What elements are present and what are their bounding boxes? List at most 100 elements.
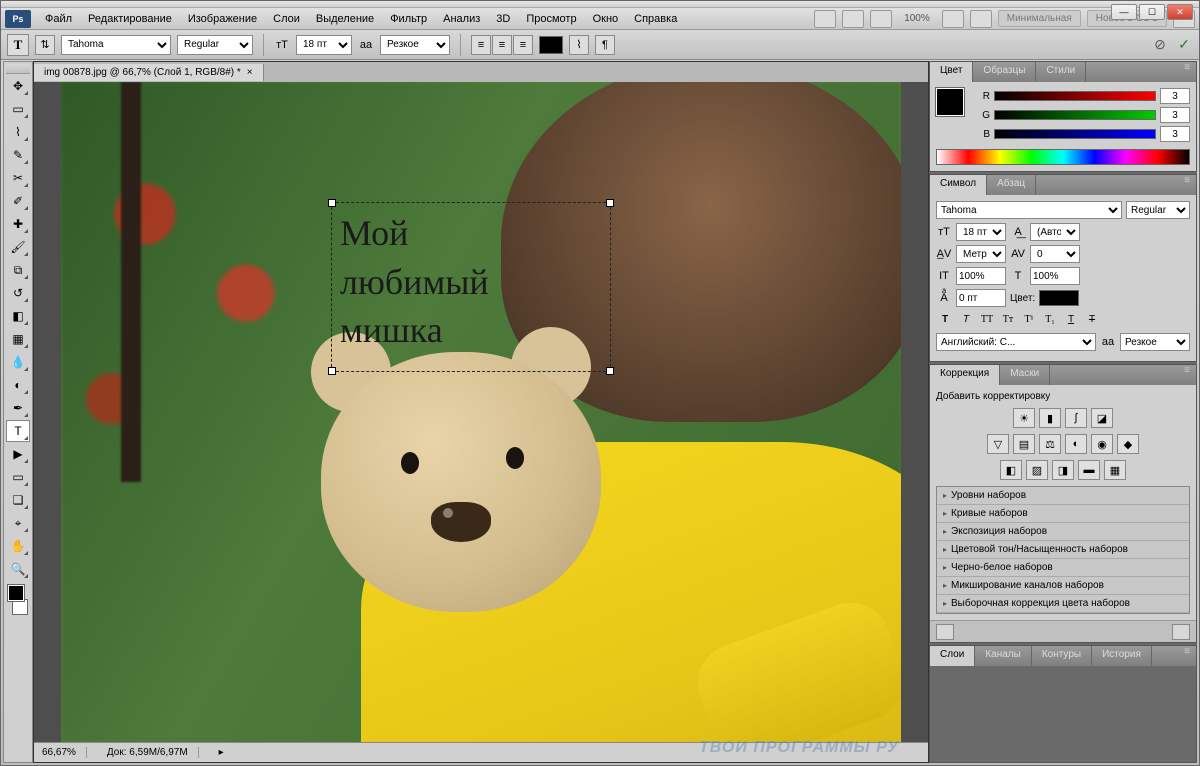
tab-layers[interactable]: Слои [930,646,975,666]
channel-mixer-icon[interactable]: ◆ [1117,434,1139,454]
superscript-button[interactable]: T¹ [1020,311,1038,327]
bridge-icon[interactable] [814,10,836,28]
canvas[interactable]: Мой любимый мишка [61,82,901,742]
history-brush-tool[interactable]: ↺ [6,282,30,304]
character-panel-toggle-icon[interactable]: ¶ [595,35,615,55]
dodge-tool[interactable]: ◐ [6,374,30,396]
align-left-icon[interactable]: ≡ [471,35,491,55]
tab-paths[interactable]: Контуры [1032,646,1092,666]
tab-history[interactable]: История [1092,646,1152,666]
char-tracking-input[interactable]: 0 [1030,245,1080,263]
text-orientation-icon[interactable]: ⇅ [35,35,55,55]
panel-menu-icon[interactable]: ≡ [1178,175,1196,195]
menu-window[interactable]: Окно [585,10,627,28]
pen-tool[interactable]: ✒ [6,397,30,419]
menu-file[interactable]: Файл [37,10,80,28]
char-hscale-input[interactable] [1030,267,1080,285]
shape-tool[interactable]: ▭ [6,466,30,488]
value-r[interactable] [1160,88,1190,104]
panel-menu-icon[interactable]: ≡ [1178,646,1196,666]
lasso-tool[interactable]: ⌇ [6,121,30,143]
exposure-icon[interactable]: ◪ [1091,408,1113,428]
brush-tool[interactable]: 🖌 [6,236,30,258]
levels-icon[interactable]: ▮ [1039,408,1061,428]
antialias-select[interactable]: Резкое [380,35,450,55]
window-maximize-button[interactable]: ☐ [1139,4,1165,20]
subscript-button[interactable]: T₁ [1041,311,1059,327]
selective-color-icon[interactable]: ▦ [1104,460,1126,480]
3d-camera-tool[interactable]: ⌖ [6,512,30,534]
menu-image[interactable]: Изображение [180,10,265,28]
blur-tool[interactable]: 💧 [6,351,30,373]
value-b[interactable] [1160,126,1190,142]
tab-color[interactable]: Цвет [930,62,973,82]
type-tool[interactable]: T [6,420,30,442]
stamp-tool[interactable]: ⧉ [6,259,30,281]
arrange-docs-icon[interactable] [942,10,964,28]
brightness-icon[interactable]: ☀ [1013,408,1035,428]
workspace-minimal[interactable]: Минимальная [998,10,1081,27]
layers-body[interactable] [930,666,1196,762]
font-style-select[interactable]: Regular [177,35,253,55]
faux-italic-button[interactable]: T [957,311,975,327]
text-layer-content[interactable]: Мой любимый мишка [332,203,610,361]
char-kerning-input[interactable]: Метричес [956,245,1006,263]
color-spectrum[interactable] [936,149,1190,165]
panel-menu-icon[interactable]: ≡ [1178,365,1196,385]
posterize-icon[interactable]: ▨ [1026,460,1048,480]
preset-item[interactable]: Уровни наборов [937,487,1189,505]
align-right-icon[interactable]: ≡ [513,35,533,55]
window-close-button[interactable]: ✕ [1167,4,1193,20]
menu-select[interactable]: Выделение [308,10,382,28]
trash-icon[interactable] [1172,624,1190,640]
commit-edit-icon[interactable]: ✓ [1175,36,1193,54]
panel-menu-icon[interactable]: ≡ [1178,62,1196,82]
char-language-select[interactable]: Английский: С... [936,333,1096,351]
hue-sat-icon[interactable]: ▤ [1013,434,1035,454]
menu-help[interactable]: Справка [626,10,685,28]
preset-item[interactable]: Черно-белое наборов [937,559,1189,577]
path-select-tool[interactable]: ▶ [6,443,30,465]
foreground-swatch[interactable] [8,585,24,601]
underline-button[interactable]: T [1062,311,1080,327]
font-size-select[interactable]: 18 пт [296,35,352,55]
smallcaps-button[interactable]: Tᴛ [999,311,1017,327]
char-style-select[interactable]: Regular [1126,201,1190,219]
vibrance-icon[interactable]: ▽ [987,434,1009,454]
invert-icon[interactable]: ◧ [1000,460,1022,480]
font-family-select[interactable]: Tahoma [61,35,171,55]
zoom-readout[interactable]: 100% [898,11,936,26]
expand-view-icon[interactable] [936,624,954,640]
preset-item[interactable]: Выборочная коррекция цвета наборов [937,595,1189,613]
slider-b[interactable] [994,129,1156,139]
slider-g[interactable] [994,110,1156,120]
photo-filter-icon[interactable]: ◉ [1091,434,1113,454]
minibridge-icon[interactable] [842,10,864,28]
quick-select-tool[interactable]: ✎ [6,144,30,166]
preset-item[interactable]: Микширование каналов наборов [937,577,1189,595]
view-extras-icon[interactable] [870,10,892,28]
close-tab-icon[interactable]: × [247,67,253,78]
tab-adjustments[interactable]: Коррекция [930,365,1000,385]
eyedropper-tool[interactable]: ✐ [6,190,30,212]
preset-item[interactable]: Экспозиция наборов [937,523,1189,541]
current-tool-indicator[interactable]: T [7,34,29,56]
char-vscale-input[interactable] [956,267,1006,285]
menu-view[interactable]: Просмотр [518,10,584,28]
menu-edit[interactable]: Редактирование [80,10,180,28]
gradient-map-icon[interactable]: ▬ [1078,460,1100,480]
eraser-tool[interactable]: ◧ [6,305,30,327]
text-bounding-box[interactable]: Мой любимый мишка [331,202,611,372]
allcaps-button[interactable]: TT [978,311,996,327]
text-color-swatch[interactable] [539,36,563,54]
status-zoom[interactable]: 66,67% [42,747,87,758]
menu-layer[interactable]: Слои [265,10,308,28]
gradient-tool[interactable]: ▦ [6,328,30,350]
menu-analysis[interactable]: Анализ [435,10,488,28]
tab-masks[interactable]: Маски [1000,365,1050,385]
strikethrough-button[interactable]: T [1083,311,1101,327]
bw-icon[interactable]: ◐ [1065,434,1087,454]
crop-tool[interactable]: ✂ [6,167,30,189]
char-baseline-input[interactable] [956,289,1006,307]
zoom-tool[interactable]: 🔍 [6,558,30,580]
